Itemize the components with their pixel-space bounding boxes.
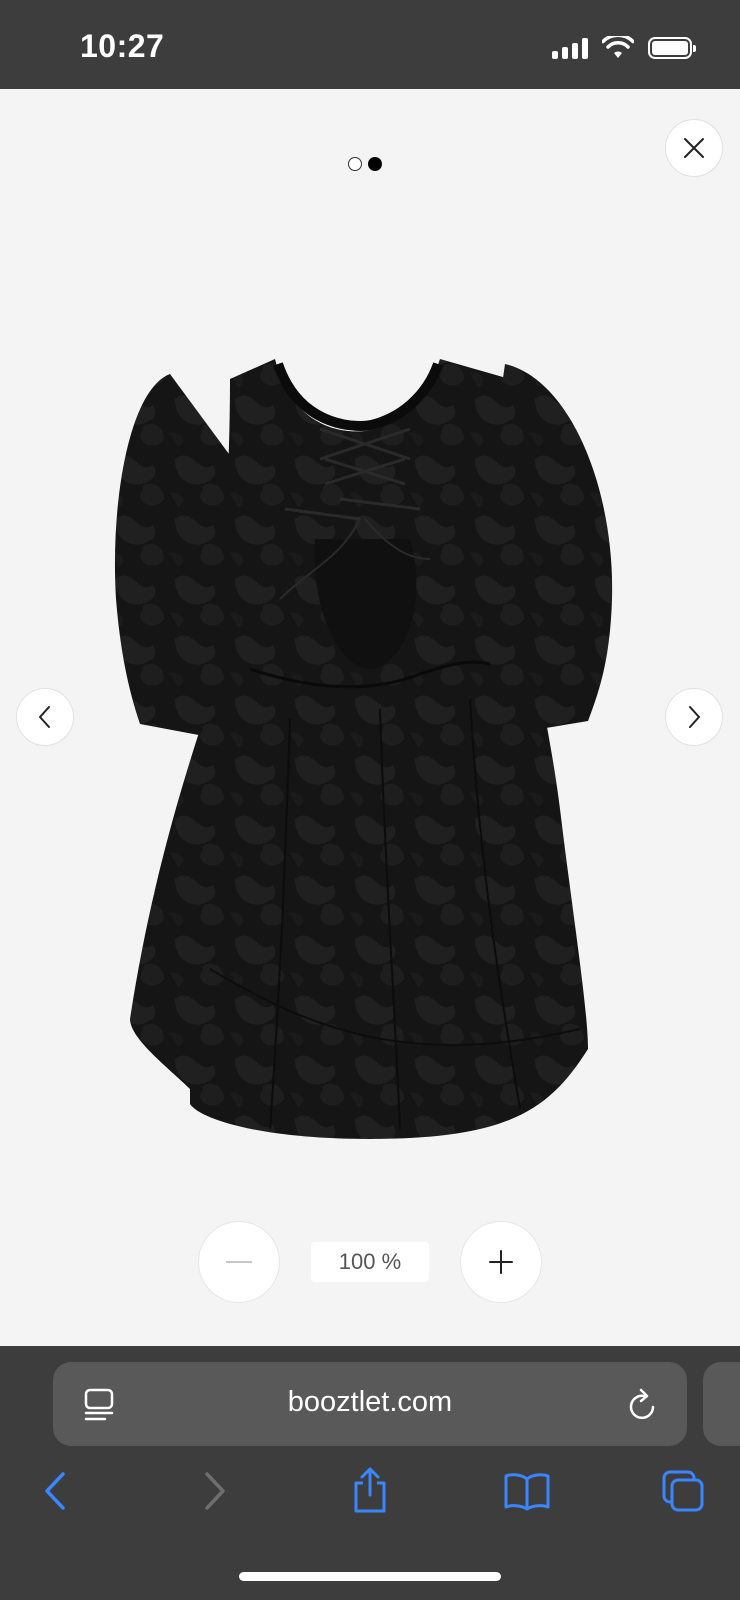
- zoom-in-button[interactable]: [460, 1221, 542, 1303]
- status-icons: [552, 36, 696, 60]
- home-indicator: [239, 1572, 501, 1581]
- product-image[interactable]: [110, 269, 630, 1159]
- address-bar[interactable]: booztlet.com: [53, 1362, 687, 1446]
- chevron-left-icon: [39, 706, 50, 728]
- carousel-indicator: [348, 157, 382, 171]
- back-button[interactable]: [30, 1466, 80, 1516]
- bookmarks-button[interactable]: [502, 1466, 552, 1516]
- forward-button[interactable]: [190, 1466, 240, 1516]
- share-button[interactable]: [345, 1466, 395, 1516]
- close-icon: [684, 138, 704, 158]
- minus-icon: [226, 1261, 252, 1263]
- previous-image-button[interactable]: [16, 688, 74, 746]
- share-icon: [354, 1467, 386, 1513]
- next-tab-address-peek[interactable]: [703, 1362, 740, 1446]
- carousel-dot-2-active[interactable]: [368, 157, 382, 171]
- back-arrow-icon: [45, 1472, 65, 1510]
- browser-bottom-bar: booztlet.com: [0, 1346, 740, 1600]
- carousel-dot-1[interactable]: [348, 157, 362, 171]
- status-time: 10:27: [80, 28, 165, 64]
- tabs-button[interactable]: [658, 1466, 708, 1516]
- status-bar: 10:27: [0, 0, 740, 89]
- wifi-icon: [602, 36, 634, 58]
- image-viewer: 100 %: [0, 89, 740, 1346]
- cellular-signal-icon: [552, 37, 588, 59]
- tabs-icon: [662, 1470, 704, 1512]
- reload-icon[interactable]: [627, 1386, 659, 1422]
- url-text[interactable]: booztlet.com: [53, 1386, 687, 1419]
- zoom-out-button[interactable]: [198, 1221, 280, 1303]
- zoom-level: 100 %: [311, 1242, 429, 1282]
- next-image-button[interactable]: [665, 688, 723, 746]
- book-icon: [504, 1473, 550, 1511]
- browser-toolbar: [0, 1466, 740, 1526]
- chevron-right-icon: [689, 706, 700, 728]
- forward-arrow-icon: [205, 1472, 225, 1510]
- battery-icon: [648, 37, 696, 59]
- close-button[interactable]: [665, 119, 723, 177]
- plus-icon: [489, 1250, 513, 1274]
